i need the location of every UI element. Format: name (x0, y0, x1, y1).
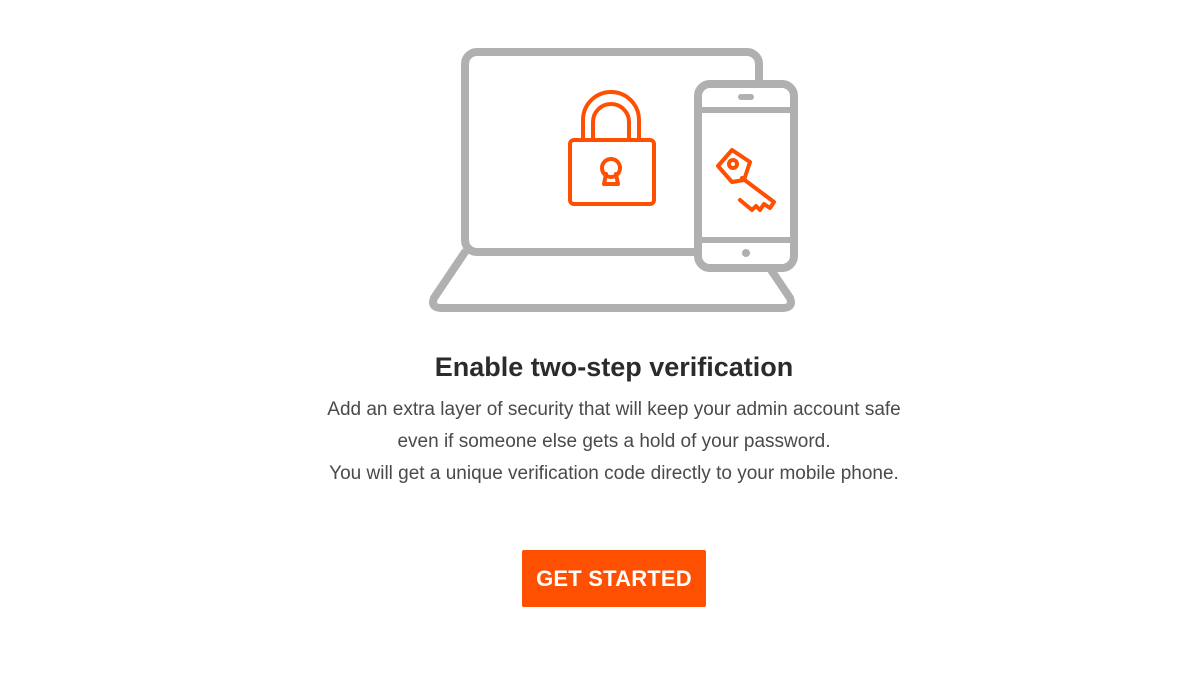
description-line: You will get a unique verification code … (329, 463, 899, 484)
description-text: Add an extra layer of security that will… (0, 394, 1200, 490)
two-step-verification-panel: Enable two-step verification Add an extr… (0, 0, 1200, 675)
page-title: Enable two-step verification (434, 352, 794, 382)
device-security-illustration (429, 48, 798, 312)
padlock-icon (568, 90, 656, 206)
description-line: Add an extra layer of security that will… (327, 399, 901, 420)
get-started-button[interactable]: GET STARTED (522, 550, 706, 607)
description-line: even if someone else gets a hold of your… (397, 431, 831, 452)
